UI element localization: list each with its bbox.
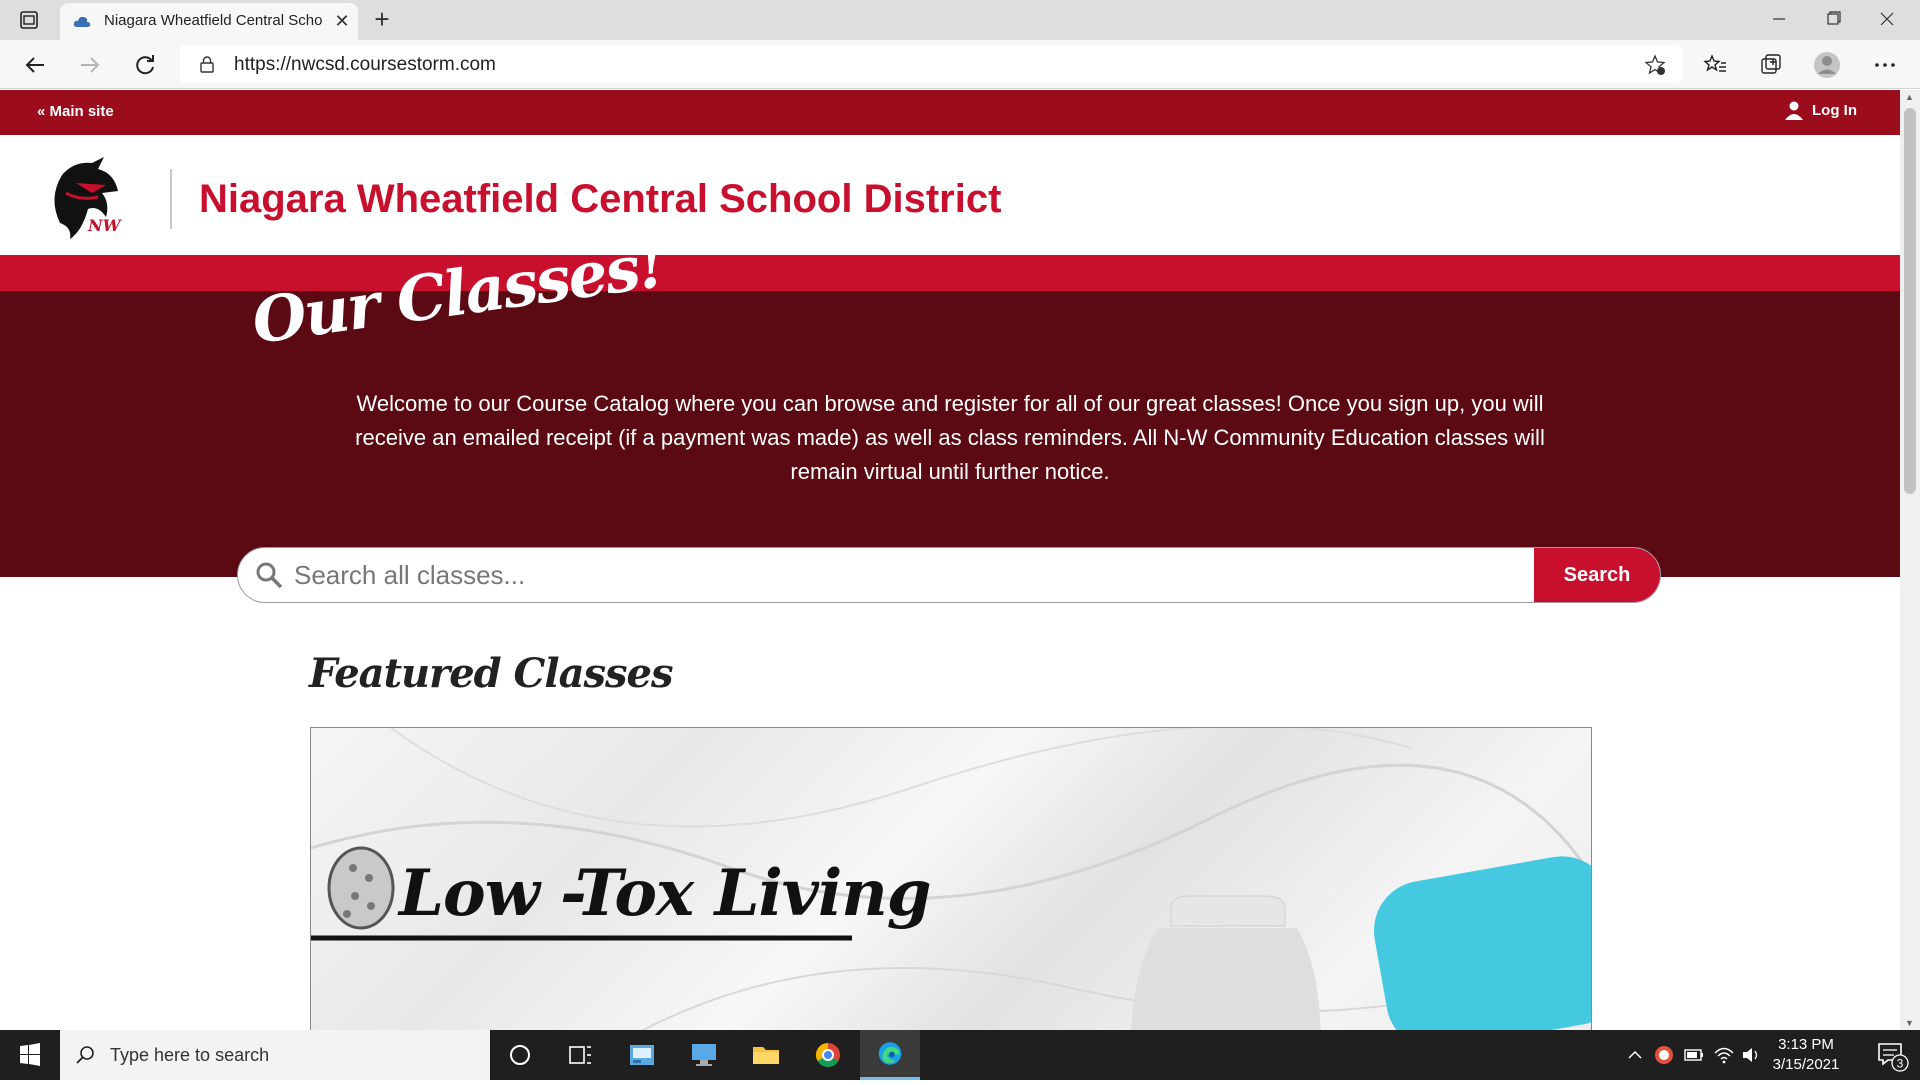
minimize-icon[interactable] xyxy=(1752,0,1806,38)
browser-toolbar: https://nwcsd.coursestorm.com xyxy=(0,40,1920,89)
taskbar-search-box[interactable]: Type here to search xyxy=(60,1030,490,1080)
control-panel-icon[interactable] xyxy=(612,1030,672,1080)
edge-icon[interactable] xyxy=(860,1030,920,1080)
task-view-icon[interactable] xyxy=(550,1030,610,1080)
falcon-logo[interactable]: NW xyxy=(40,153,130,243)
class-card-title: Low -Tox Living xyxy=(399,856,932,931)
address-bar[interactable]: https://nwcsd.coursestorm.com xyxy=(180,45,1682,83)
login-label: Log In xyxy=(1812,101,1857,119)
show-hidden-icons-icon[interactable] xyxy=(1624,1030,1646,1080)
collections-icon[interactable] xyxy=(1756,50,1786,80)
battery-icon[interactable] xyxy=(1682,1030,1706,1080)
windows-start-icon[interactable] xyxy=(0,1030,60,1080)
user-icon xyxy=(1785,101,1803,120)
remote-desktop-icon[interactable] xyxy=(674,1030,734,1080)
windows-taskbar: Type here to search 3:13 PM 3/15/2021 3 xyxy=(0,1030,1920,1080)
search-input[interactable] xyxy=(294,548,1524,602)
lock-icon[interactable] xyxy=(198,55,216,73)
close-window-icon[interactable] xyxy=(1860,0,1914,38)
search-button[interactable]: Search xyxy=(1534,548,1660,602)
clock-time: 3:13 PM xyxy=(1778,1036,1834,1053)
restore-icon[interactable] xyxy=(1806,0,1860,38)
site-name[interactable]: Niagara Wheatfield Central School Distri… xyxy=(199,177,1001,222)
search-icon xyxy=(256,562,283,589)
browser-tab[interactable]: Niagara Wheatfield Central Scho ✕ xyxy=(60,3,358,40)
class-search-bar: Search xyxy=(237,547,1661,603)
web-page: « Main site Log In NW Niagara Wheatfield… xyxy=(0,90,1900,1030)
notification-center-button[interactable]: 3 xyxy=(1866,1030,1916,1080)
hero-banner: Our Classes! Welcome to our Course Catal… xyxy=(0,228,1900,577)
tab-actions-icon[interactable] xyxy=(18,9,40,31)
add-favorite-icon[interactable] xyxy=(1644,54,1666,76)
scroll-down-arrow-icon[interactable]: ▼ xyxy=(1905,1018,1914,1028)
featured-class-card[interactable]: Low -Tox Living xyxy=(310,727,1592,1030)
tab-close-icon[interactable]: ✕ xyxy=(330,9,354,33)
browser-tab-strip: Niagara Wheatfield Central Scho ✕ + xyxy=(0,0,1920,40)
search-icon xyxy=(76,1046,94,1064)
header-divider xyxy=(170,169,172,229)
page-scrollbar[interactable]: ▲ ▼ xyxy=(1900,90,1920,1030)
main-site-link[interactable]: « Main site xyxy=(37,103,114,120)
cloud-icon xyxy=(73,16,91,27)
taskbar-search-placeholder: Type here to search xyxy=(110,1045,270,1065)
favorites-icon[interactable] xyxy=(1700,50,1730,80)
hero-description: Welcome to our Course Catalog where you … xyxy=(355,391,1545,484)
back-arrow-icon[interactable] xyxy=(20,50,50,80)
cortana-icon[interactable] xyxy=(490,1030,550,1080)
forward-arrow-icon[interactable] xyxy=(75,50,105,80)
clock-date: 3/15/2021 xyxy=(1772,1056,1840,1073)
file-explorer-icon[interactable] xyxy=(736,1030,796,1080)
tab-title: Niagara Wheatfield Central Scho xyxy=(104,12,322,29)
scroll-up-arrow-icon[interactable]: ▲ xyxy=(1905,92,1914,102)
login-link[interactable]: Log In xyxy=(1784,100,1857,120)
more-options-icon[interactable] xyxy=(1870,50,1900,80)
taskbar-clock[interactable]: 3:13 PM 3/15/2021 xyxy=(1762,1035,1850,1075)
notification-count: 3 xyxy=(1897,1057,1904,1071)
reload-icon[interactable] xyxy=(130,50,160,80)
wifi-icon[interactable] xyxy=(1712,1030,1736,1080)
volume-icon[interactable] xyxy=(1740,1030,1762,1080)
site-header: NW Niagara Wheatfield Central School Dis… xyxy=(0,135,1900,255)
profile-avatar-icon[interactable] xyxy=(1812,50,1842,80)
featured-classes-heading: Featured Classes xyxy=(309,650,674,697)
chrome-icon[interactable] xyxy=(798,1030,858,1080)
top-utility-bar: « Main site Log In xyxy=(0,90,1900,135)
tray-app-icon[interactable] xyxy=(1652,1030,1676,1080)
svg-text:NW: NW xyxy=(87,216,123,235)
scroll-thumb[interactable] xyxy=(1904,108,1916,494)
new-tab-icon[interactable]: + xyxy=(368,6,396,34)
url-text[interactable]: https://nwcsd.coursestorm.com xyxy=(234,54,496,76)
notification-icon: 3 xyxy=(1878,1043,1909,1072)
